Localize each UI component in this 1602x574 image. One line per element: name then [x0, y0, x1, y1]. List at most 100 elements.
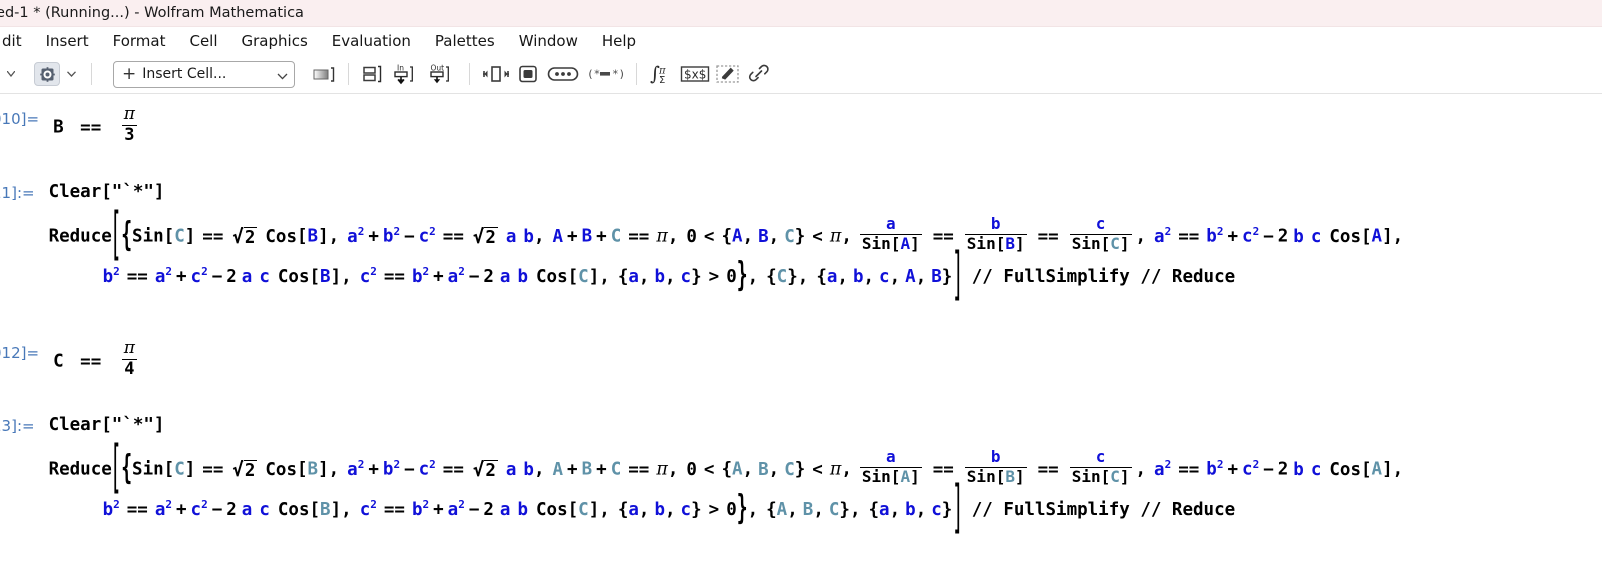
out-label-012: 012]=	[0, 344, 40, 362]
insert-text-icon[interactable]	[479, 60, 513, 88]
reduce-statement-13-line1: Reduce[{Sin[C] == √ 2 Cos[B], a2 + b2− c2 == √ 2 a b,…	[48, 434, 1404, 501]
insert-cell-label: Insert Cell...	[142, 66, 227, 82]
fraction-c-over-sinC: c Sin[C]	[1069, 214, 1132, 254]
open-bracket-13: [	[112, 434, 121, 501]
insert-input-cell-icon[interactable]: In	[388, 60, 424, 88]
toolbar: + Insert Cell... In Out (* *) ∫ π Σ $x$	[0, 55, 1602, 94]
sqrt-radicand-2: 2	[243, 459, 258, 481]
insert-comment-icon[interactable]: (* *)	[583, 60, 627, 88]
fraction-a-over-sinA: a Sin[A]	[859, 214, 922, 254]
in-label-13: 13]:=	[0, 417, 35, 435]
menu-item-edit[interactable]: dit	[0, 30, 34, 52]
svg-text:Out: Out	[431, 64, 445, 73]
sqrt-2-b: √ 2	[232, 458, 258, 481]
svg-text:In: In	[397, 64, 404, 73]
cos-fn-2: Cos	[265, 459, 297, 480]
menu-item-cell[interactable]: Cell	[177, 30, 229, 52]
insert-code-cell-icon[interactable]	[513, 60, 543, 88]
postfix-11: // FullSimplify // Reduce	[971, 267, 1236, 288]
input-cell-11[interactable]: 11]:= ClearClear["`*"]["`*"] Reduce[{Sin…	[0, 182, 1404, 309]
fraction-numerator: π	[123, 104, 135, 124]
output-cell-010[interactable]: 010]= B == π 3	[0, 104, 141, 147]
menu-item-format[interactable]: Format	[101, 30, 178, 52]
reduce-head-11: Reduce	[48, 226, 112, 247]
chevron-down-icon-chip[interactable]	[60, 61, 82, 87]
var-C-1: C	[174, 226, 185, 247]
close-brace: }	[736, 255, 748, 296]
output-cell-012[interactable]: 012]= C == π 4	[0, 338, 141, 381]
close-bracket-13: ]	[953, 475, 961, 542]
chevron-down-icon	[277, 65, 288, 84]
out-op-010: ==	[80, 117, 102, 138]
var-B-1: B	[307, 226, 319, 247]
sqrt-2-a: √ 2	[232, 225, 258, 248]
insert-tex-icon[interactable]: $x$	[678, 60, 712, 88]
menu-item-evaluation[interactable]: Evaluation	[320, 30, 423, 52]
plus-icon: +	[122, 63, 137, 84]
group-cells-icon[interactable]	[358, 60, 388, 88]
fraction-denominator: 3	[124, 125, 135, 146]
output-expression-012: C == π 4	[53, 338, 141, 381]
sin-fn-2: Sin	[132, 459, 164, 480]
notebook-canvas[interactable]: 010]= B == π 3 11]:= ClearClear["`*"]["`…	[0, 94, 1602, 574]
insert-hyperlink-icon[interactable]	[744, 60, 774, 88]
svg-text:(*: (*	[587, 68, 600, 81]
out-lhs-010: B	[53, 117, 64, 138]
var-C-2: C	[174, 459, 185, 480]
clear-arg-text: ["`*"]	[101, 182, 165, 202]
insert-ellipsis-icon[interactable]	[543, 60, 583, 88]
sin-fn-1: Sin	[132, 226, 164, 247]
menu-item-insert[interactable]: Insert	[34, 30, 101, 52]
output-expression-010: B == π 3	[53, 104, 141, 147]
insert-math-icon[interactable]: ∫ π Σ	[646, 60, 678, 88]
var-B-2: B	[307, 459, 319, 480]
window-titlebar: led-1 * (Running...) - Wolfram Mathemati…	[0, 0, 1602, 27]
menu-item-graphics[interactable]: Graphics	[230, 30, 320, 52]
close-bracket: ]	[953, 242, 961, 309]
svg-text:$x$: $x$	[684, 68, 706, 82]
chip-gear-icon[interactable]	[34, 62, 60, 86]
cos-fn-1: Cos	[265, 226, 297, 247]
fraction-b-over-sinB: b Sin[B]	[964, 214, 1027, 254]
input-cell-13[interactable]: 13]:= Clear["`*"] Reduce[{Sin[C]==√2Cos[…	[0, 415, 1404, 542]
menu-item-palettes[interactable]: Palettes	[423, 30, 507, 52]
toolbar-divider	[91, 63, 92, 85]
clear-statement-11: ClearClear["`*"]["`*"]	[49, 182, 1404, 202]
fraction-c-over-sinC-2: c Sin[C]	[1069, 447, 1132, 487]
fraction-pi-over-4: π 4	[121, 338, 137, 380]
sqrt-radicand: 2	[243, 226, 258, 248]
clear-command: Clear	[48, 182, 102, 202]
clear-statement-13: Clear["`*"]	[49, 415, 1404, 435]
fraction-a-over-sinA-2: a Sin[A]	[859, 447, 922, 487]
toolbar-divider-2	[348, 63, 349, 85]
reduce-statement-11-line1: Reduce[{Sin[C] == √ 2 Cos[B], a2 + b2− c2 == √ 2 a b,…	[48, 201, 1404, 268]
clear-arg-text-13: ["`*"]	[101, 415, 165, 435]
menu-bar: dit Insert Format Cell Graphics Evaluati…	[0, 27, 1602, 55]
clear-command-13: Clear	[48, 415, 102, 435]
out-lhs-012: C	[53, 351, 64, 372]
fraction-numerator-2: π	[123, 338, 135, 358]
svg-text:*): *)	[612, 68, 624, 81]
menu-item-help[interactable]: Help	[590, 30, 648, 52]
reduce-statement-11-line2: b2 == a2 + c2−2 a c Cos[B], c2 == b2 + a2−2 a b Cos[C],…	[102, 242, 1236, 309]
cell-bracket-icon[interactable]	[309, 60, 339, 88]
postfix-13: // FullSimplify // Reduce	[971, 500, 1236, 521]
menu-item-window[interactable]: Window	[507, 30, 590, 52]
close-brace-13: }	[736, 488, 748, 529]
open-bracket: [	[112, 201, 121, 268]
toolbar-divider-3	[469, 63, 470, 85]
out-label-010: 010]=	[0, 110, 40, 128]
insert-cell-dropdown[interactable]: + Insert Cell...	[113, 60, 295, 88]
open-brace-13: {	[121, 448, 133, 489]
out-op-012: ==	[80, 351, 102, 372]
reduce-head-13: Reduce	[48, 459, 112, 480]
reduce-statement-13-line2: b2 == a2 + c2−2 a c Cos[B], c2 == b2 + a2−2 a b Cos[C],…	[102, 475, 1236, 542]
freehand-draw-icon[interactable]	[712, 60, 744, 88]
open-brace: {	[121, 215, 133, 256]
fraction-pi-over-3: π 3	[121, 104, 137, 146]
fraction-denominator-2: 4	[124, 359, 135, 380]
window-title: led-1 * (Running...) - Wolfram Mathemati…	[0, 5, 304, 21]
in-label-11: 11]:=	[0, 184, 35, 202]
insert-output-cell-icon[interactable]: Out	[424, 60, 460, 88]
toolbar-overflow-caret-left[interactable]	[0, 61, 22, 87]
